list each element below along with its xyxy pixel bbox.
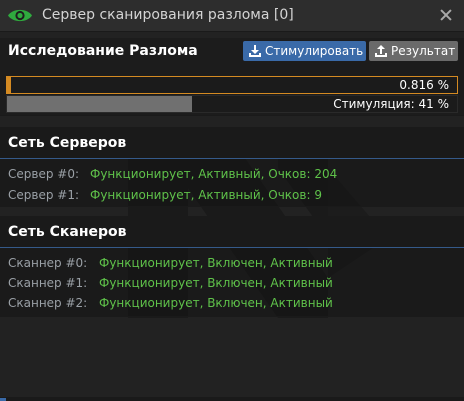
list-item: Сервер #1: Функционирует, Активный, Очков… <box>8 188 322 202</box>
stimulate-button[interactable]: Стимулировать <box>243 41 366 61</box>
list-item: Сканнер #2: Функционирует, Включен, Актив… <box>8 296 333 310</box>
scanner-network-header: Сеть Сканеров <box>0 216 464 248</box>
scanner-label: Сканнер #1: <box>8 276 88 290</box>
eye-icon <box>8 9 32 22</box>
scanner-window: Сервер сканирования разлома [0] Исследов… <box>0 0 464 401</box>
rift-research-title: Исследование Разлома <box>8 43 198 59</box>
rift-research-section: Исследование Разлома Стимулировать Резул… <box>0 38 464 116</box>
list-item: Сканнер #0: Функционирует, Включен, Актив… <box>8 256 333 270</box>
list-item: Сканнер #1: Функционирует, Включен, Актив… <box>8 276 333 290</box>
scanner-network-title: Сеть Сканеров <box>8 224 127 240</box>
download-icon <box>249 45 261 57</box>
server-label: Сервер #0: <box>8 167 79 181</box>
research-progress-text: 0.816 % <box>399 78 449 92</box>
stimulation-bar: Стимуляция: 41 % <box>6 95 458 113</box>
result-button[interactable]: Результат <box>369 41 458 61</box>
scanner-network-section: Сеть Сканеров Сканнер #0: Функционирует, … <box>0 216 464 317</box>
scanner-label: Сканнер #0: <box>8 256 88 270</box>
scanner-label: Сканнер #2: <box>8 296 88 310</box>
stimulation-text: Стимуляция: 41 % <box>333 97 449 111</box>
scanner-status: Функционирует, Включен, Активный <box>99 296 333 310</box>
server-network-header: Сеть Серверов <box>0 127 464 159</box>
stimulate-button-label: Стимулировать <box>265 44 364 58</box>
server-network-section: Сеть Серверов Сервер #0: Функционирует, А… <box>0 127 464 207</box>
close-icon[interactable] <box>438 7 454 23</box>
list-item: Сервер #0: Функционирует, Активный, Очков… <box>8 167 337 181</box>
server-status: Функционирует, Активный, Очков: 204 <box>90 167 338 181</box>
bottom-strip <box>0 397 464 401</box>
rift-research-header: Исследование Разлома Стимулировать Резул… <box>0 38 464 64</box>
scanner-status: Функционирует, Включен, Активный <box>99 276 333 290</box>
scanner-status: Функционирует, Включен, Активный <box>99 256 333 270</box>
server-label: Сервер #1: <box>8 188 79 202</box>
window-title: Сервер сканирования разлома [0] <box>42 7 294 23</box>
server-network-title: Сеть Серверов <box>8 135 127 151</box>
server-status: Функционирует, Активный, Очков: 9 <box>90 188 322 202</box>
research-progress-fill <box>7 77 11 93</box>
research-progress-bar: 0.816 % <box>6 76 458 94</box>
upload-icon <box>375 45 387 57</box>
stimulation-fill <box>7 96 192 112</box>
result-button-label: Результат <box>391 44 456 58</box>
title-bar: Сервер сканирования разлома [0] <box>0 0 464 32</box>
